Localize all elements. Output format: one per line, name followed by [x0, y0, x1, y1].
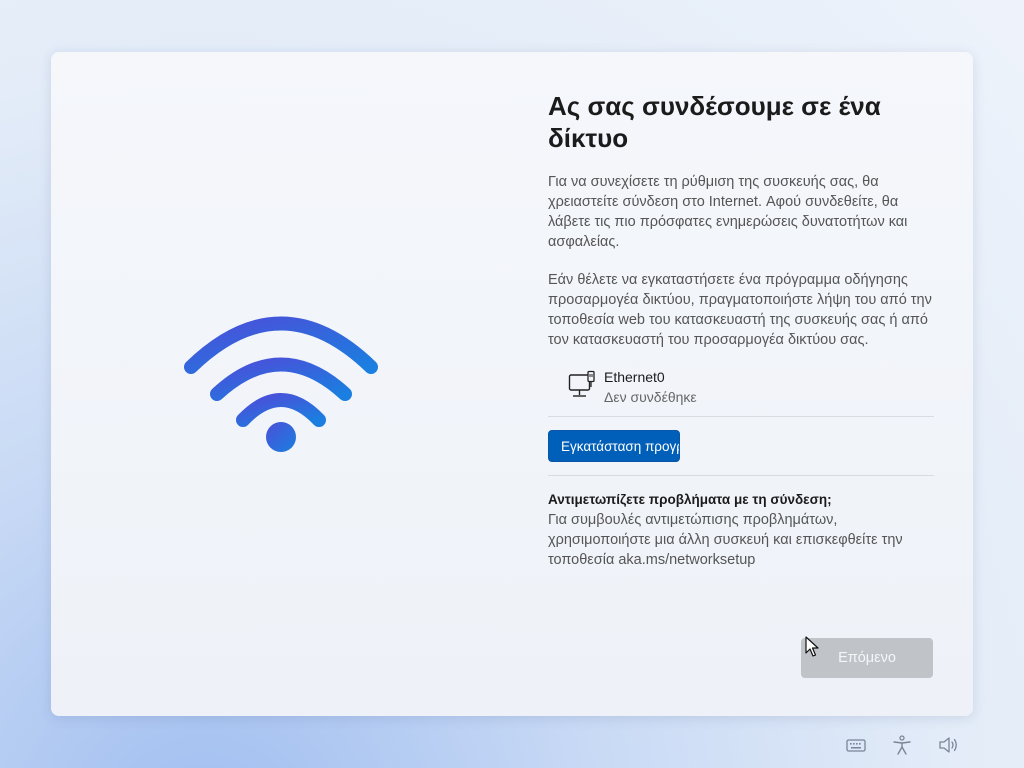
troubleshoot-heading: Αντιμετωπίζετε προβλήματα με τη σύνδεση;: [548, 492, 832, 507]
setup-card: Ας σας συνδέσουμε σε ένα δίκτυο Για να σ…: [51, 52, 973, 716]
network-list-item[interactable]: Ethernet0 Δεν συνδέθηκε: [548, 368, 934, 416]
wifi-illustration-icon: [184, 316, 378, 452]
mouse-cursor-icon: [805, 636, 819, 657]
intro-paragraph: Για να συνεχίσετε τη ρύθμιση της συσκευή…: [548, 174, 908, 250]
divider: [548, 416, 934, 417]
keyboard-icon[interactable]: [845, 734, 867, 756]
next-button[interactable]: Επόμενο: [801, 638, 933, 678]
accessibility-icon[interactable]: [891, 734, 913, 756]
driver-paragraph: Εάν θέλετε να εγκαταστήσετε ένα πρόγραμμ…: [548, 272, 932, 348]
ethernet-monitor-icon: [568, 370, 595, 397]
content-panel: Ας σας συνδέσουμε σε ένα δίκτυο Για να σ…: [548, 90, 934, 570]
volume-icon[interactable]: [937, 734, 959, 756]
troubleshoot-text: Για συμβουλές αντιμετώπισης προβλημάτων,…: [548, 512, 903, 568]
divider: [548, 475, 934, 476]
page-title: Ας σας συνδέσουμε σε ένα δίκτυο: [548, 91, 881, 153]
install-driver-button[interactable]: Εγκατάσταση προγράμματος οδήγησης: [548, 430, 680, 462]
system-tray: [845, 734, 959, 756]
network-status: Δεν συνδέθηκε: [604, 389, 697, 405]
network-name: Ethernet0: [604, 369, 665, 385]
